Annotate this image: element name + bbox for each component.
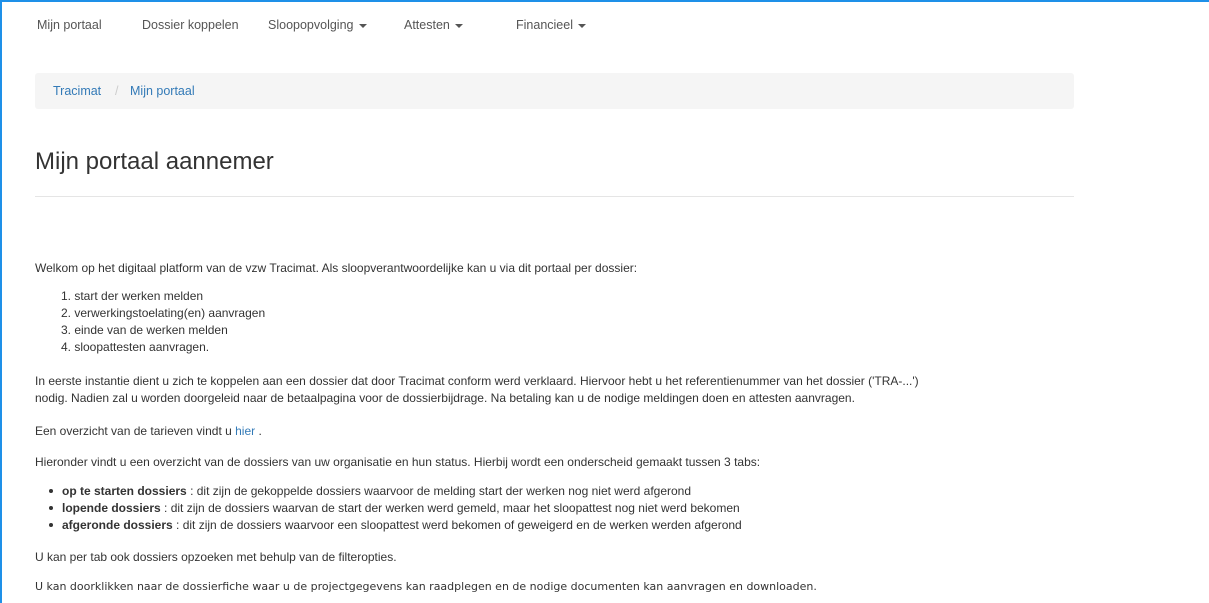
- tab-description-item: lopende dossiers : dit zijn de dossiers …: [49, 501, 740, 515]
- page-title: Mijn portaal aannemer: [35, 148, 274, 175]
- tab-desc: : dit zijn de dossiers waarvan de start …: [164, 501, 740, 515]
- intro-text: Welkom op het digitaal platform van de v…: [35, 261, 638, 275]
- caret-down-icon: [358, 23, 367, 28]
- nav-dossier-koppelen[interactable]: Dossier koppelen: [142, 18, 239, 32]
- nav-dossier-koppelen-label: Dossier koppelen: [142, 18, 239, 32]
- breadcrumb-separator: /: [115, 84, 119, 98]
- filter-text: U kan per tab ook dossiers opzoeken met …: [35, 550, 397, 564]
- caret-down-icon: [454, 23, 463, 28]
- breadcrumb: Tracimat / Mijn portaal: [35, 73, 1074, 109]
- nav-sloopopvolging-label: Sloopopvolging: [268, 18, 354, 32]
- title-divider: [35, 196, 1074, 197]
- nav-financieel-dropdown[interactable]: Financieel: [516, 18, 586, 32]
- window-frame-left: [0, 0, 2, 603]
- top-navbar: Mijn portaal Dossier koppelen Sloopopvol…: [0, 2, 1200, 58]
- caret-down-icon: [577, 23, 586, 28]
- nav-financieel-label: Financieel: [516, 18, 573, 32]
- tabs-intro-text: Hieronder vindt u een overzicht van de d…: [35, 455, 761, 469]
- koppelen-paragraph-line2: nodig. Nadien zal u worden doorgeleid na…: [35, 391, 855, 405]
- breadcrumb-current[interactable]: Mijn portaal: [130, 84, 195, 98]
- nav-mijn-portaal-label: Mijn portaal: [37, 18, 102, 32]
- nav-attesten-label: Attesten: [404, 18, 450, 32]
- step-item: 2. verwerkingstoelating(en) aanvragen: [61, 306, 266, 320]
- tab-description-item: afgeronde dossiers : dit zijn de dossier…: [49, 518, 742, 532]
- tab-name: lopende dossiers: [62, 501, 161, 515]
- tarieven-suffix: .: [258, 424, 262, 438]
- breadcrumb-tracimat-link[interactable]: Tracimat: [53, 84, 101, 98]
- step-item: 3. einde van de werken melden: [61, 323, 228, 337]
- doorklikken-text: U kan doorklikken naar de dossierfiche w…: [35, 580, 817, 593]
- koppelen-paragraph-line1: In eerste instantie dient u zich te kopp…: [35, 374, 919, 388]
- tarieven-hier-link[interactable]: hier: [235, 424, 255, 438]
- step-item: 4. sloopattesten aanvragen.: [61, 340, 210, 354]
- nav-attesten-dropdown[interactable]: Attesten: [404, 18, 463, 32]
- tab-description-item: op te starten dossiers : dit zijn de gek…: [48, 484, 692, 498]
- step-item: 1. start der werken melden: [61, 289, 204, 303]
- tarieven-text: Een overzicht van de tarieven vindt u hi…: [35, 424, 262, 438]
- tab-name: op te starten dossiers: [62, 484, 187, 498]
- tab-desc: : dit zijn de gekoppelde dossiers waarvo…: [190, 484, 692, 498]
- nav-mijn-portaal[interactable]: Mijn portaal: [37, 18, 102, 32]
- tab-desc: : dit zijn de dossiers waarvoor een sloo…: [176, 518, 742, 532]
- nav-sloopopvolging-dropdown[interactable]: Sloopopvolging: [268, 18, 367, 32]
- tarieven-label: Een overzicht van de tarieven vindt u: [35, 424, 232, 438]
- tab-name: afgeronde dossiers: [62, 518, 173, 532]
